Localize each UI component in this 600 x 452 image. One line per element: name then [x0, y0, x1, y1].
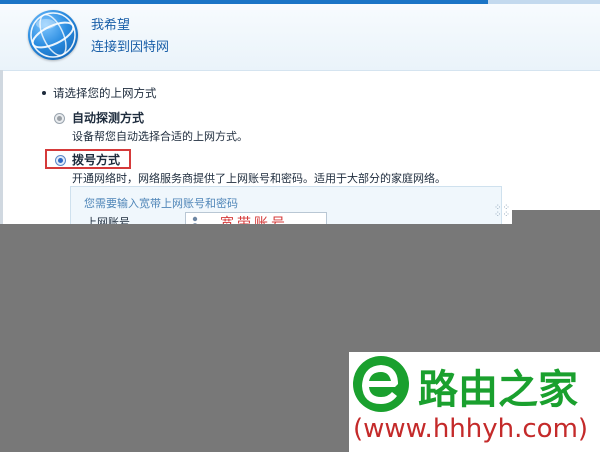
watermark-text: 路由之家 — [418, 367, 578, 413]
gray-overlay-edge — [512, 210, 600, 226]
option-dialup-label[interactable]: 拨号方式 — [72, 151, 120, 168]
e-logo-icon — [353, 356, 409, 412]
panel-hint: 您需要输入宽带上网账号和密码 — [84, 197, 238, 210]
window-left-edge — [0, 70, 3, 225]
bullet-icon — [42, 91, 46, 95]
connection-question: 请选择您的上网方式 — [53, 86, 157, 100]
resize-grip-icon[interactable]: ⁘⁘ ⁘⁘ — [494, 204, 511, 220]
radio-dialup[interactable] — [55, 155, 66, 166]
option-auto-detect-label[interactable]: 自动探测方式 — [72, 109, 144, 126]
watermark-url: (www.hhhyh.com) — [353, 414, 589, 444]
radio-auto-detect[interactable] — [54, 113, 65, 124]
option-auto-detect-description: 设备帮您自动选择合适的上网方式。 — [72, 130, 248, 143]
header-title: 我希望 — [91, 18, 131, 33]
option-dialup-description: 开通网络时，网络服务商提供了上网账号和密码。适用于大部分的家庭网络。 — [72, 172, 446, 185]
header-bar — [0, 4, 600, 71]
globe-icon — [28, 10, 78, 60]
header-subtitle: 连接到因特网 — [91, 40, 170, 55]
